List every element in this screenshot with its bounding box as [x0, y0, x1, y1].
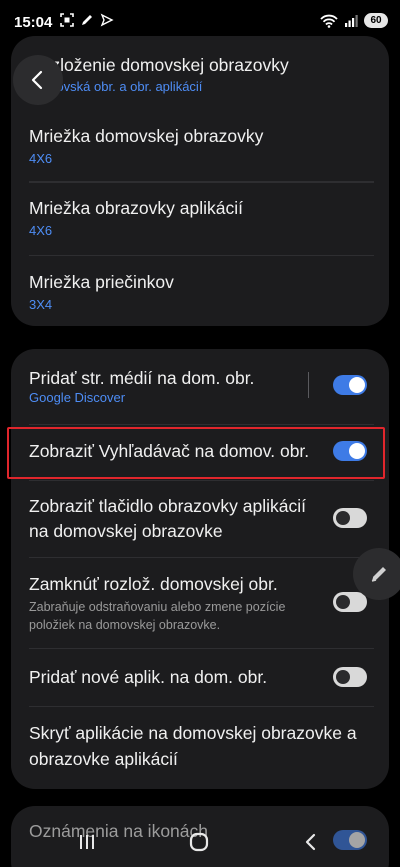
screen: 15:04 60 Rozloženie domovskej obrazovky …: [0, 0, 400, 867]
status-left-icons: [60, 13, 114, 27]
status-right-icons: 60: [320, 13, 388, 28]
add-new-apps-toggle[interactable]: [333, 667, 367, 687]
toggle-knob: [336, 511, 350, 525]
row-title: Zamknúť rozlož. domovskej obr.: [29, 574, 278, 594]
row-description: Zabraňuje odstraňovaniu alebo zmene pozí…: [29, 600, 286, 614]
battery-icon: 60: [364, 13, 388, 28]
apps-grid-row[interactable]: Mriežka obrazovky aplikácií 4X6: [11, 183, 389, 255]
edit-button[interactable]: [353, 548, 400, 600]
row-title: Skryť aplikácie na domovskej obrazovke a: [29, 723, 357, 743]
navigation-bar: [0, 815, 400, 867]
row-title: Pridať nové aplik. na dom. obr.: [29, 667, 268, 687]
apps-button-row[interactable]: Zobraziť tlačidlo obrazovky aplikácií na…: [11, 481, 389, 557]
back-button[interactable]: [13, 55, 63, 105]
row-subtitle: Google Discover: [29, 390, 126, 405]
pencil-icon: [371, 567, 386, 582]
back-arrow-icon: [305, 833, 316, 851]
lock-layout-row[interactable]: Zamknúť rozlož. domovskej obr. Zabraňuje…: [11, 558, 389, 648]
toggle-knob: [349, 377, 365, 393]
screenshot-icon: [60, 13, 74, 27]
home-screen-layout-row[interactable]: Rozloženie domovskej obrazovky Domovská …: [11, 36, 389, 108]
pen-icon: [82, 15, 92, 25]
row-subtitle: 3X4: [29, 297, 53, 312]
row-title-line2: obrazovke aplikácií: [29, 749, 178, 769]
recent-apps-icon: [80, 835, 94, 849]
home-layout-card: Rozloženie domovskej obrazovky Domovská …: [11, 36, 389, 326]
chevron-left-icon: [31, 70, 43, 90]
hide-apps-row[interactable]: Skryť aplikácie na domovskej obrazovke a…: [11, 707, 389, 789]
row-title: Mriežka priečinkov: [29, 272, 174, 292]
recent-apps-button[interactable]: [72, 827, 102, 857]
toggle-knob: [336, 595, 350, 609]
row-description-line2: položiek na domovskej obrazovke.: [29, 618, 221, 632]
status-time: 15:04: [14, 14, 53, 31]
row-subtitle: 4X6: [29, 223, 53, 238]
folder-grid-row[interactable]: Mriežka priečinkov 3X4: [11, 256, 389, 326]
media-page-row[interactable]: Pridať str. médií na dom. obr. Google Di…: [11, 349, 389, 423]
vertical-separator: [308, 372, 309, 398]
signal-icon: [345, 14, 358, 27]
apps-button-toggle[interactable]: [333, 508, 367, 528]
media-page-toggle[interactable]: [333, 375, 367, 395]
row-subtitle: 4X6: [29, 151, 53, 166]
home-grid-row[interactable]: Mriežka domovskej obrazovky 4X6: [11, 110, 389, 182]
highlight-box: [7, 427, 385, 479]
row-title: Mriežka domovskej obrazovky: [29, 126, 264, 146]
lock-layout-toggle[interactable]: [333, 592, 367, 612]
wifi-icon: [320, 14, 338, 28]
toggle-knob: [336, 670, 350, 684]
home-icon: [189, 832, 209, 852]
row-title: Zobraziť tlačidlo obrazovky aplikácií: [29, 496, 306, 516]
row-title-line2: na domovskej obrazovke: [29, 521, 223, 541]
home-button[interactable]: [184, 827, 214, 857]
add-new-apps-row[interactable]: Pridať nové aplik. na dom. obr.: [11, 649, 389, 705]
nav-back-button[interactable]: [296, 827, 326, 857]
row-title: Rozloženie domovskej obrazovky: [29, 55, 289, 75]
row-title: Pridať str. médií na dom. obr.: [29, 368, 255, 388]
home-options-card: Pridať str. médií na dom. obr. Google Di…: [11, 349, 389, 789]
row-title: Mriežka obrazovky aplikácií: [29, 198, 243, 218]
send-icon: [100, 13, 114, 27]
